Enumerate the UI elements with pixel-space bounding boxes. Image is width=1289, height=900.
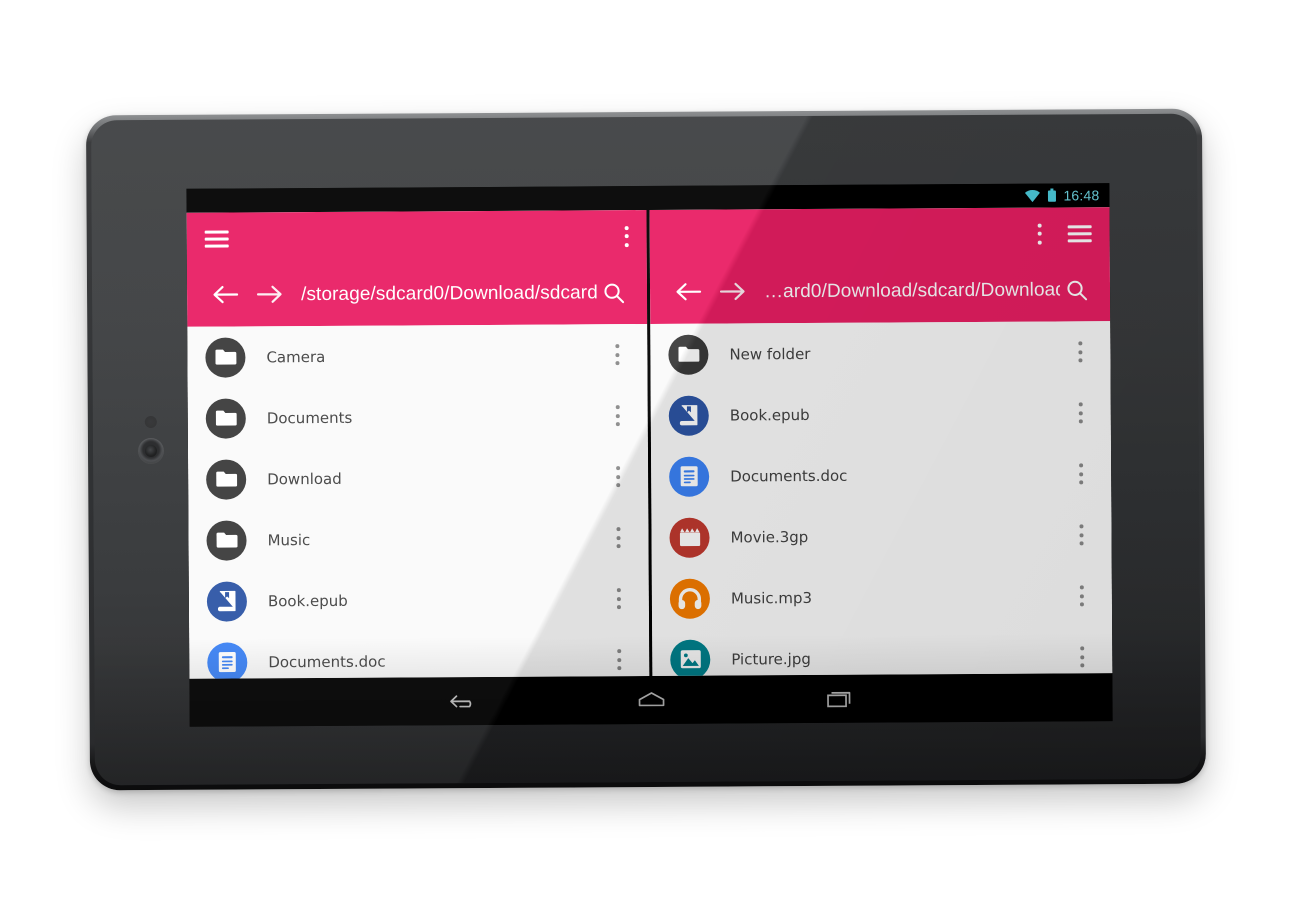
row-overflow-menu-icon[interactable] <box>1069 524 1093 546</box>
left-toolbar-top <box>187 210 647 265</box>
file-name: Book.epub <box>267 591 348 610</box>
file-name: Music <box>267 530 311 549</box>
overflow-menu-icon[interactable] <box>1037 223 1042 245</box>
folder-icon <box>205 397 246 439</box>
search-icon[interactable] <box>597 282 631 304</box>
android-back-icon[interactable] <box>439 677 487 725</box>
row-overflow-menu-icon[interactable] <box>1069 463 1093 485</box>
row-overflow-menu-icon[interactable] <box>607 588 631 610</box>
arrow-back-icon[interactable] <box>666 280 710 306</box>
android-navigation-bar <box>189 673 1113 727</box>
list-item[interactable]: New folder <box>650 321 1110 385</box>
row-overflow-menu-icon[interactable] <box>1069 402 1093 424</box>
front-camera <box>137 437 165 465</box>
list-item[interactable]: Camera <box>187 324 647 388</box>
arrow-forward-icon[interactable] <box>710 279 754 305</box>
row-overflow-menu-icon[interactable] <box>605 344 629 366</box>
list-item[interactable]: Documents.doc <box>189 629 649 679</box>
arrow-forward-icon[interactable] <box>247 282 291 308</box>
movie-icon <box>669 517 710 558</box>
file-name: Picture.jpg <box>731 649 811 668</box>
wifi-icon <box>1024 189 1040 202</box>
list-item[interactable]: Documents.doc <box>651 443 1111 507</box>
hamburger-icon[interactable] <box>204 230 229 248</box>
tablet-device: 16:48 /storage/sdcard0/Download/sdcard C… <box>85 108 1207 791</box>
list-item[interactable]: Download <box>188 446 648 510</box>
folder-icon <box>205 336 246 378</box>
status-bar-clock: 16:48 <box>1063 187 1100 204</box>
hamburger-icon[interactable] <box>1067 224 1092 242</box>
device-screen: 16:48 /storage/sdcard0/Download/sdcard C… <box>186 183 1113 727</box>
list-item[interactable]: Music <box>188 507 648 571</box>
right-file-list[interactable]: New folder Book.epub Documents.doc Movie… <box>650 321 1113 676</box>
android-recents-icon[interactable] <box>815 675 863 723</box>
right-toolbar: …ard0/Download/sdcard/Download <box>649 207 1111 324</box>
right-pane: …ard0/Download/sdcard/Download New folde… <box>649 207 1113 676</box>
list-item[interactable]: Documents <box>188 385 648 449</box>
battery-icon <box>1047 188 1056 202</box>
file-name: Documents.doc <box>268 652 386 671</box>
row-overflow-menu-icon[interactable] <box>606 466 630 488</box>
screenshot-stage: 16:48 /storage/sdcard0/Download/sdcard C… <box>0 0 1289 900</box>
list-item[interactable]: Movie.3gp <box>651 504 1111 568</box>
right-path-text[interactable]: …ard0/Download/sdcard/Download <box>754 279 1060 303</box>
file-name: New folder <box>729 344 811 363</box>
row-overflow-menu-icon[interactable] <box>1070 585 1094 607</box>
row-overflow-menu-icon[interactable] <box>606 405 630 427</box>
right-toolbar-top <box>650 207 1110 262</box>
folder-icon <box>206 519 247 561</box>
row-overflow-menu-icon[interactable] <box>607 649 631 671</box>
dual-pane-container: /storage/sdcard0/Download/sdcard Camera … <box>186 207 1113 679</box>
file-name: Documents <box>266 408 353 427</box>
left-pane: /storage/sdcard0/Download/sdcard Camera … <box>186 209 650 679</box>
document-icon <box>207 641 248 679</box>
list-item[interactable]: Music.mp3 <box>652 565 1112 629</box>
document-icon <box>669 456 710 497</box>
overflow-menu-icon[interactable] <box>624 225 629 247</box>
list-item[interactable]: Book.epub <box>651 382 1111 446</box>
file-name: Documents.doc <box>730 466 848 485</box>
tablet-bezel: 16:48 /storage/sdcard0/Download/sdcard C… <box>90 113 1202 786</box>
book-icon <box>206 580 248 622</box>
left-path-bar: /storage/sdcard0/Download/sdcard <box>187 262 647 327</box>
folder-icon <box>206 458 247 500</box>
headphones-icon <box>669 578 711 619</box>
row-overflow-menu-icon[interactable] <box>1070 646 1094 668</box>
row-overflow-menu-icon[interactable] <box>1068 341 1092 363</box>
file-name: Download <box>267 469 342 488</box>
left-file-list[interactable]: Camera Documents Download Music Book.epu… <box>187 323 650 679</box>
image-icon <box>670 639 711 676</box>
search-icon[interactable] <box>1060 279 1094 301</box>
list-item[interactable]: Picture.jpg <box>652 626 1112 676</box>
file-name: Movie.3gp <box>730 527 809 546</box>
file-name: Book.epub <box>729 405 810 424</box>
folder-icon <box>668 334 709 375</box>
list-item[interactable]: Book.epub <box>189 568 649 632</box>
android-home-icon[interactable] <box>627 676 675 724</box>
file-name: Camera <box>266 347 326 366</box>
left-toolbar: /storage/sdcard0/Download/sdcard <box>186 209 648 327</box>
arrow-back-icon[interactable] <box>203 282 247 308</box>
book-icon <box>668 395 709 436</box>
right-path-bar: …ard0/Download/sdcard/Download <box>650 259 1110 324</box>
file-name: Music.mp3 <box>730 588 813 607</box>
row-overflow-menu-icon[interactable] <box>606 527 630 549</box>
ambient-sensor <box>144 415 157 429</box>
left-path-text[interactable]: /storage/sdcard0/Download/sdcard <box>291 282 597 306</box>
